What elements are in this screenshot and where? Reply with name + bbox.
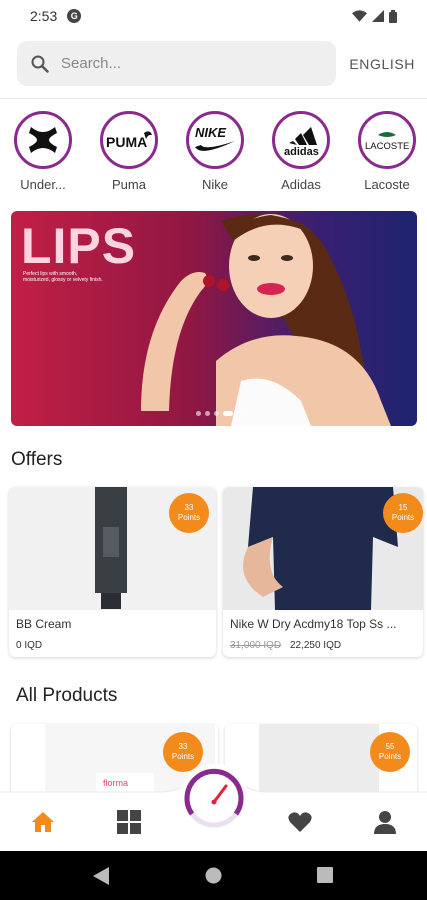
bottom-navigation	[0, 764, 427, 851]
pagination-dot[interactable]	[205, 411, 210, 416]
brand-name: Adidas	[281, 177, 321, 192]
nike-logo: NIKE	[186, 111, 244, 169]
home-system-icon[interactable]	[205, 867, 222, 884]
status-bar: 2:53 G	[0, 0, 427, 32]
recents-icon[interactable]	[317, 867, 333, 883]
system-navigation-bar	[0, 851, 427, 900]
search-input[interactable]	[61, 55, 301, 72]
nav-profile[interactable]	[372, 809, 398, 835]
product-name: BB Cream	[16, 617, 72, 631]
language-button[interactable]: ENGLISH	[349, 56, 415, 72]
old-price: 31,000 IQD	[230, 640, 282, 651]
pagination-dot[interactable]	[237, 411, 242, 416]
brand-item-lacoste[interactable]: LACOSTE Lacoste	[358, 111, 416, 192]
all-products-title: All Products	[16, 685, 118, 706]
points-value: 15	[398, 503, 408, 512]
adidas-logo: adidas	[272, 111, 330, 169]
brand-list: Under... PUMA Puma NIKE Nike adidas Adid…	[14, 111, 427, 192]
status-time: 2:53	[30, 8, 58, 24]
promo-banner[interactable]: LIPS Perfect lips with smooth, moisturiz…	[11, 211, 417, 426]
pagination-dot[interactable]	[196, 411, 201, 416]
current-price: 0 IQD	[16, 640, 43, 651]
nav-categories[interactable]	[116, 809, 142, 835]
battery-icon	[389, 9, 397, 23]
notification-icon: G	[67, 9, 82, 23]
brand-item-puma[interactable]: PUMA Puma	[100, 111, 158, 192]
profile-icon	[374, 811, 396, 834]
brand-item-adidas[interactable]: adidas Adidas	[272, 111, 330, 192]
brand-name: Lacoste	[364, 177, 410, 192]
header-divider	[0, 98, 427, 99]
points-label: Points	[177, 513, 201, 522]
pagination-dot-active[interactable]	[223, 411, 233, 416]
offers-title: Offers	[11, 449, 63, 470]
svg-text:LACOSTE: LACOSTE	[365, 141, 409, 152]
search-row: ENGLISH	[17, 41, 415, 86]
under-armour-logo	[14, 111, 72, 169]
svg-text:adidas: adidas	[284, 146, 319, 157]
banner-subtitle: Perfect lips with smooth, moisturized, g…	[23, 271, 103, 283]
points-value: 33	[184, 503, 194, 512]
brand-name: Puma	[112, 177, 146, 192]
brand-name: Under...	[20, 177, 66, 192]
product-price: 0 IQD	[16, 640, 42, 651]
current-price: 22,250 IQD	[289, 640, 342, 651]
wifi-icon	[352, 10, 367, 22]
home-icon	[32, 812, 54, 832]
lacoste-logo: LACOSTE	[358, 111, 416, 169]
product-price: 31,000 IQD 22,250 IQD	[230, 640, 341, 651]
nav-home[interactable]	[30, 809, 56, 835]
heart-icon	[288, 812, 312, 832]
banner-title: LIPS	[21, 218, 137, 274]
puma-logo: PUMA	[100, 111, 158, 169]
nav-points-gauge[interactable]	[180, 764, 248, 832]
model-photo-icon	[141, 214, 391, 426]
brand-item-under-armour[interactable]: Under...	[14, 111, 72, 192]
points-badge: 15 Points	[383, 493, 423, 533]
back-icon[interactable]	[93, 867, 109, 885]
svg-text:PUMA: PUMA	[106, 134, 147, 150]
grid-icon	[117, 810, 141, 834]
brand-name: Nike	[201, 177, 228, 192]
banner-pagination[interactable]	[196, 411, 242, 416]
gauge-icon	[184, 768, 244, 828]
offer-card[interactable]: 15 Points Nike W Dry Acdmy18 Top Ss ... …	[223, 487, 423, 657]
search-icon	[31, 55, 49, 73]
offer-card[interactable]: 33 Points BB Cream 0 IQD	[9, 487, 216, 657]
signal-icon	[372, 10, 384, 22]
status-icons	[352, 9, 397, 23]
brand-item-nike[interactable]: NIKE Nike	[186, 111, 244, 192]
search-box[interactable]	[17, 41, 336, 86]
product-name: Nike W Dry Acdmy18 Top Ss ...	[230, 617, 397, 631]
pagination-dot[interactable]	[214, 411, 219, 416]
points-label: Points	[378, 752, 402, 761]
product-image: 33 Points	[9, 487, 216, 610]
points-value: 55	[385, 742, 395, 751]
points-label: Points	[391, 513, 415, 522]
points-value: 33	[178, 742, 188, 751]
nav-favorites[interactable]	[287, 809, 313, 835]
product-image: 15 Points	[223, 487, 423, 610]
points-badge: 33 Points	[169, 493, 209, 533]
points-badge: 55 Points	[370, 732, 410, 772]
svg-text:NIKE: NIKE	[195, 125, 226, 140]
points-label: Points	[171, 752, 195, 761]
